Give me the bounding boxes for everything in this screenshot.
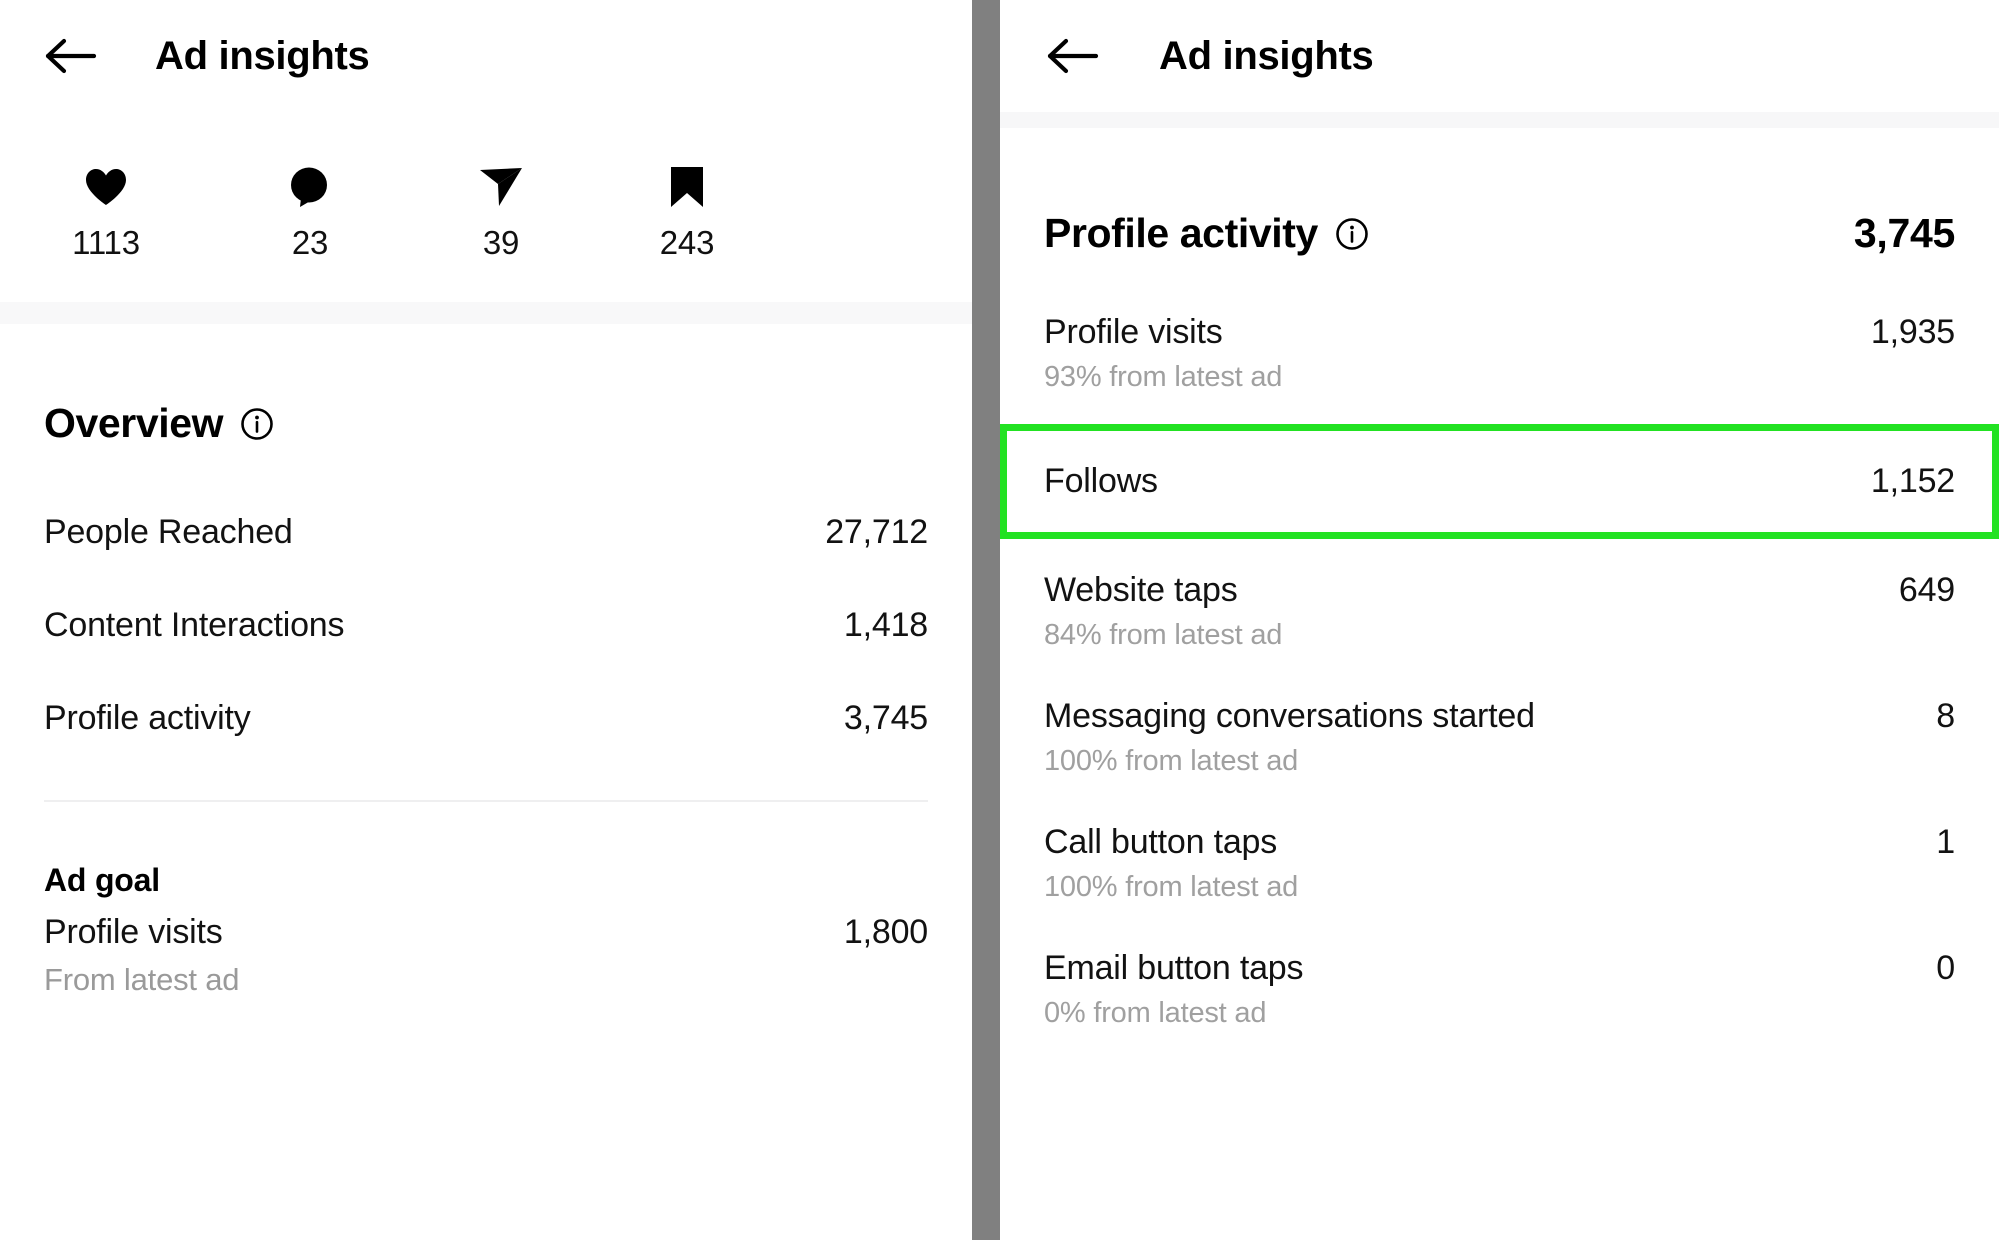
ad-goal-subtext: From latest ad — [44, 962, 240, 997]
activity-value: 1,935 — [1870, 313, 1955, 351]
profile-activity-total: 3,745 — [1853, 210, 1955, 256]
overview-row-content-interactions[interactable]: Content Interactions 1,418 — [44, 606, 928, 645]
overview-row-profile-activity[interactable]: Profile activity 3,745 — [44, 699, 928, 738]
activity-row-main: Call button taps 1 — [1044, 823, 1955, 862]
section-band-divider — [1000, 112, 1999, 128]
activity-row-website-taps[interactable]: Website taps 649 84% from latest ad — [1000, 571, 1999, 652]
metric-value: 3,745 — [843, 699, 928, 737]
saves-count: 243 — [659, 224, 715, 261]
likes-count: 1113 — [72, 224, 140, 261]
activity-row-messaging-conversations[interactable]: Messaging conversations started 8 100% f… — [1000, 697, 1999, 778]
activity-value: 649 — [1898, 571, 1955, 609]
bookmark-icon — [669, 164, 705, 210]
ad-goal-title: Ad goal — [44, 862, 160, 898]
engagement-saves[interactable]: 243 — [594, 164, 780, 262]
left-panel-ad-insights-overview: Ad insights 1113 23 39 243 Overview Peop… — [0, 0, 972, 1240]
overview-metrics-list: People Reached 27,712 Content Interactio… — [0, 513, 972, 738]
back-arrow-icon[interactable] — [1040, 24, 1104, 88]
left-panel-header: Ad insights — [0, 0, 972, 112]
overview-section-header: Overview — [0, 400, 972, 447]
activity-subtext: 84% from latest ad — [1044, 619, 1283, 651]
overview-bottom-separator — [44, 800, 928, 802]
activity-label: Messaging conversations started — [1044, 697, 1535, 735]
ad-goal-value: 1,800 — [843, 913, 928, 951]
activity-value: 8 — [1936, 697, 1955, 735]
activity-row-profile-visits[interactable]: Profile visits 1,935 93% from latest ad — [1000, 313, 1999, 394]
activity-value: 1 — [1936, 823, 1955, 861]
activity-value: 0 — [1936, 949, 1955, 987]
activity-row-follows[interactable]: Follows 1,152 — [1000, 424, 1999, 539]
metric-value: 27,712 — [825, 513, 928, 551]
profile-activity-heading-row: Profile activity — [1044, 210, 1369, 257]
activity-label: Follows — [1044, 462, 1158, 500]
ad-goal-section: Ad goal Profile visits 1,800 From latest… — [0, 862, 972, 998]
ad-goal-row[interactable]: Profile visits 1,800 — [44, 913, 928, 952]
ad-goal-label: Profile visits — [44, 913, 223, 951]
share-icon — [478, 164, 524, 210]
profile-activity-heading-label: Profile activity — [1044, 210, 1318, 256]
activity-row-main: Profile visits 1,935 — [1044, 313, 1955, 352]
info-icon[interactable] — [1335, 217, 1369, 251]
overview-row-people-reached[interactable]: People Reached 27,712 — [44, 513, 928, 552]
activity-label: Website taps — [1044, 571, 1238, 609]
right-panel-header: Ad insights — [1000, 0, 1999, 112]
activity-row-call-button-taps[interactable]: Call button taps 1 100% from latest ad — [1000, 823, 1999, 904]
metric-label: Profile activity — [44, 699, 251, 737]
heart-icon — [84, 164, 128, 210]
comments-count: 23 — [291, 224, 329, 261]
engagement-comments[interactable]: 23 — [212, 164, 408, 262]
shares-count: 39 — [482, 224, 520, 261]
engagement-likes[interactable]: 1113 — [0, 164, 212, 262]
activity-label: Email button taps — [1044, 949, 1304, 987]
activity-label: Call button taps — [1044, 823, 1278, 861]
overview-heading-row: Overview — [44, 400, 928, 447]
back-arrow-icon[interactable] — [38, 24, 102, 88]
overview-heading-label: Overview — [44, 400, 224, 446]
comment-icon — [289, 164, 331, 210]
activity-row-email-button-taps[interactable]: Email button taps 0 0% from latest ad — [1000, 949, 1999, 1030]
engagement-shares[interactable]: 39 — [408, 164, 594, 262]
metric-label: Content Interactions — [44, 606, 345, 644]
section-band-divider — [0, 302, 972, 324]
info-icon[interactable] — [240, 407, 274, 441]
activity-row-main: Email button taps 0 — [1044, 949, 1955, 988]
activity-subtext: 0% from latest ad — [1044, 997, 1267, 1029]
metric-value: 1,418 — [843, 606, 928, 644]
ad-insights-screenshot: Ad insights 1113 23 39 243 Overview Peop… — [0, 0, 1999, 1240]
right-panel-profile-activity: Ad insights Profile activity 3,745 Profi… — [1000, 0, 1999, 1240]
activity-value: 1,152 — [1870, 462, 1955, 500]
page-title: Ad insights — [155, 33, 370, 78]
metric-label: People Reached — [44, 513, 293, 551]
activity-label: Profile visits — [1044, 313, 1223, 351]
activity-row-main: Follows 1,152 — [1044, 462, 1955, 501]
profile-activity-section-header: Profile activity 3,745 — [1000, 210, 1999, 257]
profile-activity-rows: Profile visits 1,935 93% from latest ad … — [1000, 313, 1999, 1030]
panel-divider — [972, 0, 1000, 1240]
activity-row-main: Website taps 649 — [1044, 571, 1955, 610]
activity-subtext: 93% from latest ad — [1044, 361, 1283, 393]
activity-subtext: 100% from latest ad — [1044, 745, 1299, 777]
page-title: Ad insights — [1159, 33, 1374, 78]
activity-row-main: Messaging conversations started 8 — [1044, 697, 1955, 736]
activity-subtext: 100% from latest ad — [1044, 871, 1299, 903]
engagement-metrics-row: 1113 23 39 243 — [0, 112, 972, 302]
